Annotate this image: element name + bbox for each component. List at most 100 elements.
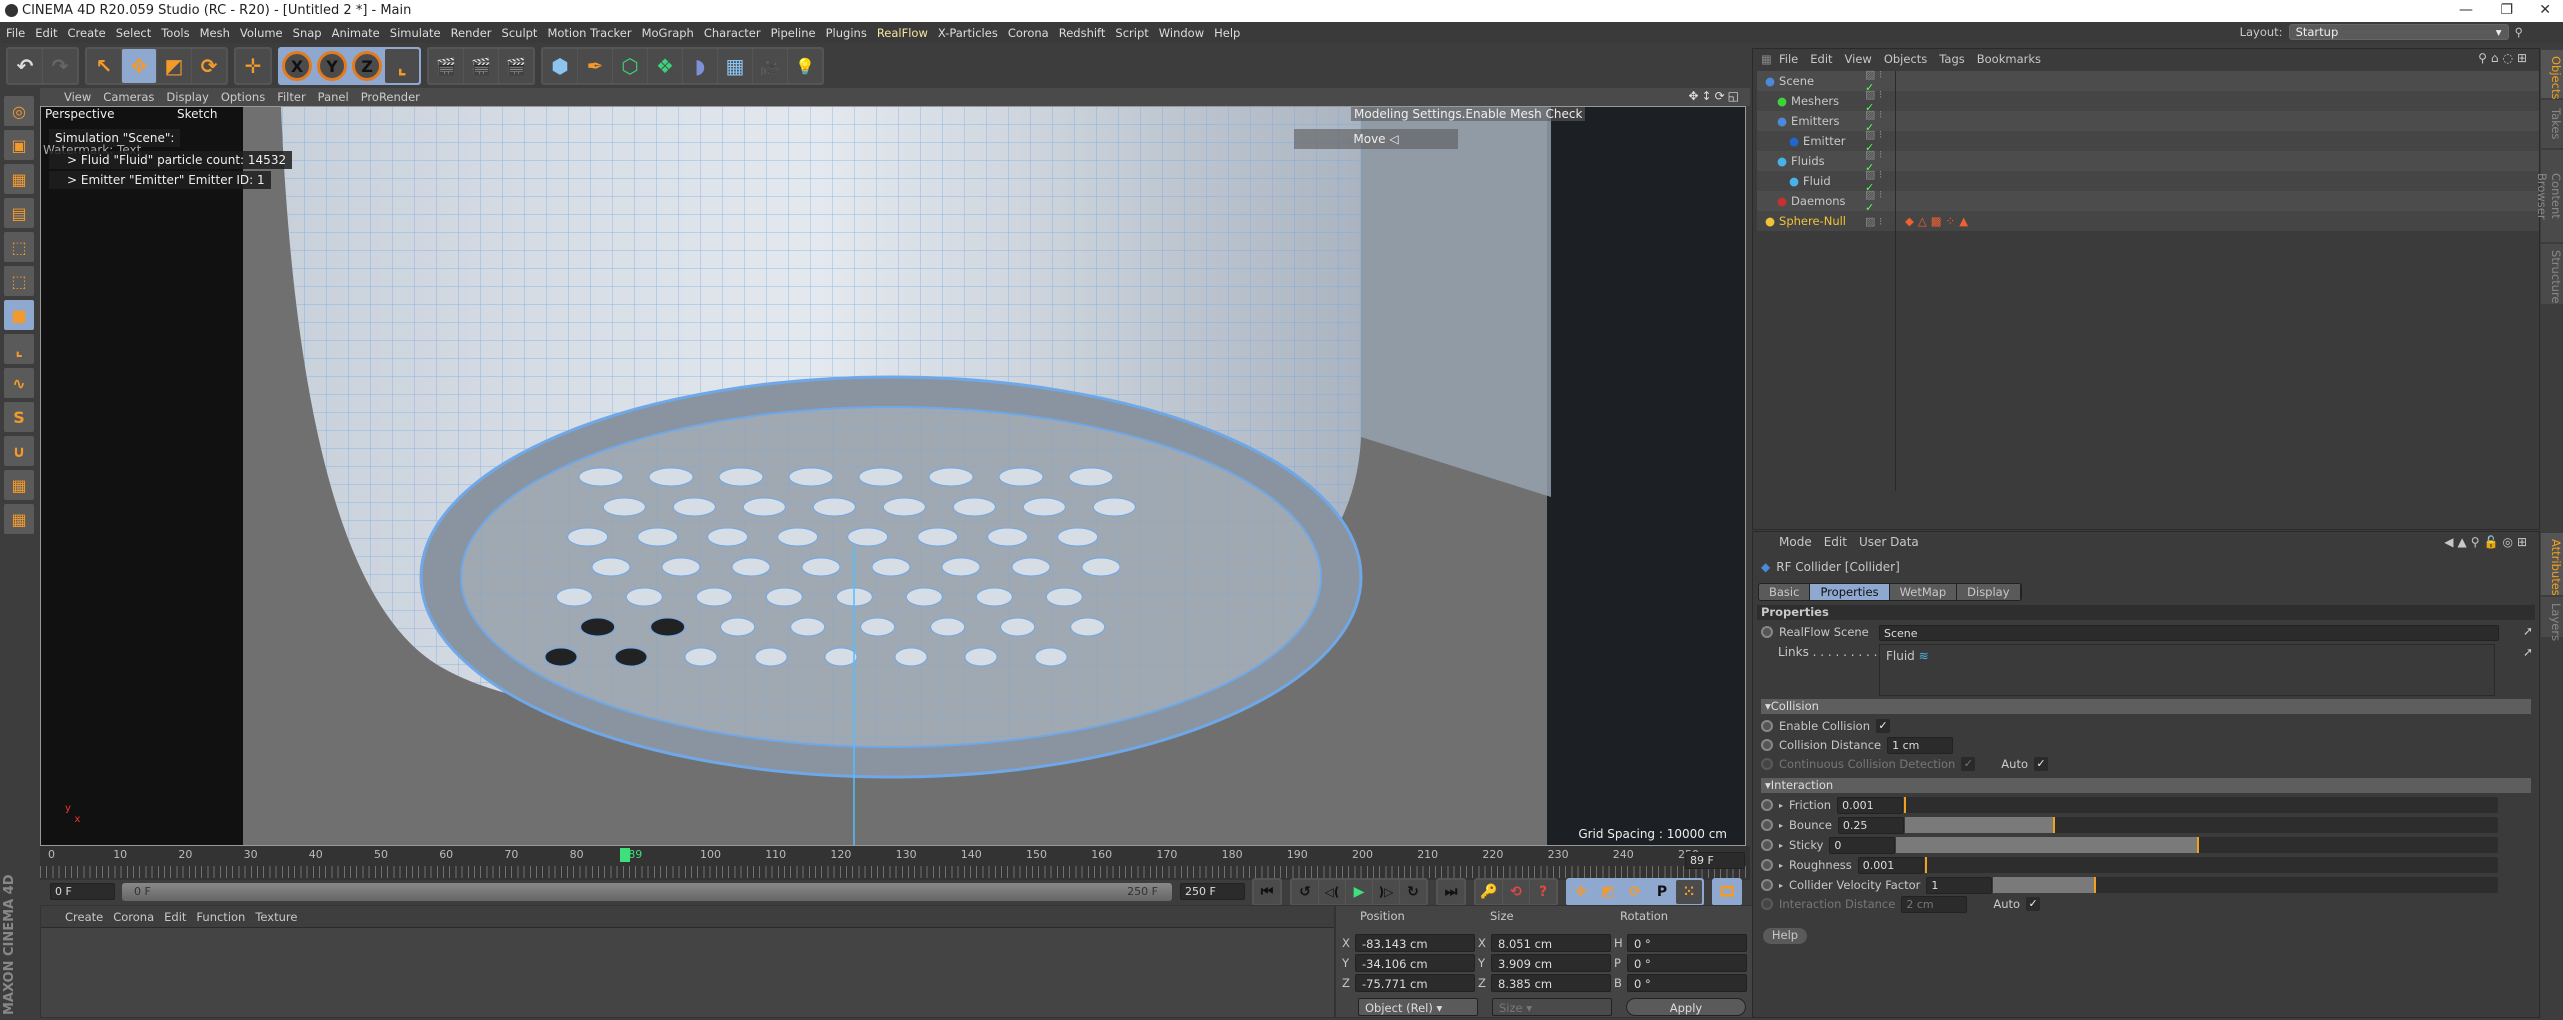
menu-simulate[interactable]: Simulate xyxy=(390,26,441,40)
autokey-button[interactable]: ⟲ xyxy=(1503,880,1529,904)
menu-animate[interactable]: Animate xyxy=(332,26,380,40)
menu-snap[interactable]: Snap xyxy=(293,26,322,40)
attribute-menu-edit[interactable]: Edit xyxy=(1824,535,1847,549)
animate-radio[interactable] xyxy=(1761,819,1773,831)
snap-icon[interactable]: S xyxy=(4,402,34,432)
animate-radio[interactable] xyxy=(1761,720,1773,732)
key-pla-button[interactable]: ⁙ xyxy=(1676,880,1702,904)
collision-distance-field[interactable]: 1 cm xyxy=(1887,736,1954,754)
layout-dropdown[interactable]: Startup ▾ xyxy=(2288,24,2509,40)
auto-checkbox[interactable]: ✓ xyxy=(2034,757,2048,771)
menu-sculpt[interactable]: Sculpt xyxy=(502,26,538,40)
object-menu-file[interactable]: File xyxy=(1779,52,1798,66)
cube-button[interactable]: ⬢ xyxy=(543,49,577,83)
start-frame-field[interactable]: 0 F xyxy=(50,883,115,900)
play-button[interactable]: ▶ xyxy=(1346,880,1372,904)
size-field[interactable]: 3.909 cm xyxy=(1491,954,1611,972)
search-icon[interactable]: ⚲ xyxy=(2515,25,2523,39)
viewport-menu-options[interactable]: Options xyxy=(221,90,265,104)
apply-button[interactable]: Apply xyxy=(1626,998,1746,1016)
current-frame-field[interactable]: 89 F xyxy=(1685,852,1745,869)
slider-value-field[interactable]: 0.25 xyxy=(1837,816,1904,834)
previous-key-button[interactable]: ↺ xyxy=(1292,880,1318,904)
redo-button[interactable]: ↷ xyxy=(43,49,77,83)
realflow-scene-field[interactable]: Scene xyxy=(1879,625,2499,641)
tab-layers[interactable]: Layers xyxy=(2541,597,2563,641)
position-field[interactable]: -75.771 cm xyxy=(1355,974,1475,992)
magnet-icon[interactable]: ∪ xyxy=(4,436,34,466)
next-frame-button[interactable]: )▷ xyxy=(1373,880,1399,904)
object-tags[interactable]: ◆△▩⁘▲ xyxy=(1905,214,1972,228)
slider-value-field[interactable]: 0.001 xyxy=(1837,796,1904,814)
animate-radio[interactable] xyxy=(1761,879,1773,891)
move-tool-button[interactable]: ✥ xyxy=(122,49,156,83)
position-field[interactable]: -34.106 cm xyxy=(1355,954,1475,972)
key-scale-button[interactable]: ◩ xyxy=(1595,880,1621,904)
y-axis-lock-button[interactable]: Y xyxy=(317,51,347,81)
array-button[interactable]: ❖ xyxy=(648,49,682,83)
slider-value-field[interactable]: 0.001 xyxy=(1857,856,1924,874)
deformer-button[interactable]: ◗ xyxy=(683,49,717,83)
playhead[interactable] xyxy=(620,848,631,862)
previous-frame-button[interactable]: ◁( xyxy=(1319,880,1345,904)
size-field[interactable]: 8.385 cm xyxy=(1491,974,1611,992)
animate-radio[interactable] xyxy=(1761,626,1773,638)
tweak-icon[interactable]: ∿ xyxy=(4,368,34,398)
rotation-field[interactable]: 0 ° xyxy=(1627,954,1747,972)
points-mode-icon[interactable]: ⬚ xyxy=(4,232,34,262)
viewport-menu-display[interactable]: Display xyxy=(166,90,208,104)
menu-motion-tracker[interactable]: Motion Tracker xyxy=(547,26,631,40)
object-row-sphere-null[interactable]: ● Sphere-Null ▨ ⁝ ◆△▩⁘▲ xyxy=(1757,211,2539,231)
attribute-nav-icons[interactable]: ◀▲⚲🔓◎⊞ xyxy=(2444,535,2531,549)
menu-pipeline[interactable]: Pipeline xyxy=(771,26,816,40)
menu-edit[interactable]: Edit xyxy=(35,26,57,40)
visibility-toggle[interactable]: ▨ ⁝ xyxy=(1865,215,1893,228)
object-menu-tags[interactable]: Tags xyxy=(1939,52,1964,66)
object-menu-objects[interactable]: Objects xyxy=(1884,52,1927,66)
model-mode-icon[interactable]: ▣ xyxy=(4,130,34,160)
polygons-mode-icon[interactable]: ■ xyxy=(4,300,34,330)
x-axis-lock-button[interactable]: X xyxy=(282,51,312,81)
object-menu-view[interactable]: View xyxy=(1845,52,1872,66)
end-frame-field[interactable]: 250 F xyxy=(1180,883,1245,900)
interaction-section-header[interactable]: ▾Interaction xyxy=(1761,778,2531,793)
slider-track[interactable] xyxy=(1925,857,2498,873)
slider-track[interactable] xyxy=(1905,817,2498,833)
menu-file[interactable]: File xyxy=(6,26,25,40)
key-parameter-button[interactable]: P xyxy=(1649,880,1675,904)
tab-properties[interactable]: Properties xyxy=(1810,584,1890,600)
menu-window[interactable]: Window xyxy=(1159,26,1204,40)
menu-plugins[interactable]: Plugins xyxy=(826,26,867,40)
collision-section-header[interactable]: ▾Collision xyxy=(1761,699,2531,714)
layout-selector[interactable]: Layout: Startup ▾ ⚲ xyxy=(2240,24,2523,40)
slider-value-field[interactable]: 0 xyxy=(1829,836,1896,854)
viewport-menu-cameras[interactable]: Cameras xyxy=(103,90,154,104)
tab-wetmap[interactable]: WetMap xyxy=(1889,584,1958,600)
material-menu-create[interactable]: Create xyxy=(65,910,103,924)
rotate-tool-button[interactable]: ⟳ xyxy=(192,49,226,83)
enable-collision-checkbox[interactable]: ✓ xyxy=(1876,719,1890,733)
attribute-menu-mode[interactable]: Mode xyxy=(1779,535,1812,549)
menu-create[interactable]: Create xyxy=(68,26,106,40)
display-mode-label[interactable]: Sketch xyxy=(177,107,217,121)
minimize-button[interactable]: — xyxy=(2459,2,2473,18)
goto-start-button[interactable]: ⏮ xyxy=(1254,880,1280,904)
viewport-navigation-icons[interactable]: ✥↕⟳◱ xyxy=(1688,89,1742,103)
expand-arrow-icon[interactable]: ▸ xyxy=(1779,821,1783,830)
camera-button[interactable]: 🎥 xyxy=(753,49,787,83)
viewport-menu-panel[interactable]: Panel xyxy=(318,90,349,104)
pen-button[interactable]: ✒ xyxy=(578,49,612,83)
animate-radio[interactable] xyxy=(1761,839,1773,851)
menu-x-particles[interactable]: X-Particles xyxy=(938,26,998,40)
tab-content-browser[interactable]: Content Browser xyxy=(2535,150,2563,242)
expand-arrow-icon[interactable]: ▸ xyxy=(1779,841,1783,850)
workplane-icon[interactable]: ▤ xyxy=(4,198,34,228)
menu-render[interactable]: Render xyxy=(451,26,492,40)
auto-checkbox[interactable]: ✓ xyxy=(2026,897,2041,911)
slider-track[interactable] xyxy=(1993,877,2498,893)
object-menu-bookmarks[interactable]: Bookmarks xyxy=(1977,52,2041,66)
recent-tool-button[interactable]: ✛ xyxy=(236,49,270,83)
menu-mograph[interactable]: MoGraph xyxy=(642,26,694,40)
link-item-fluid[interactable]: Fluid xyxy=(1886,649,1915,663)
close-button[interactable]: ✕ xyxy=(2539,2,2551,18)
